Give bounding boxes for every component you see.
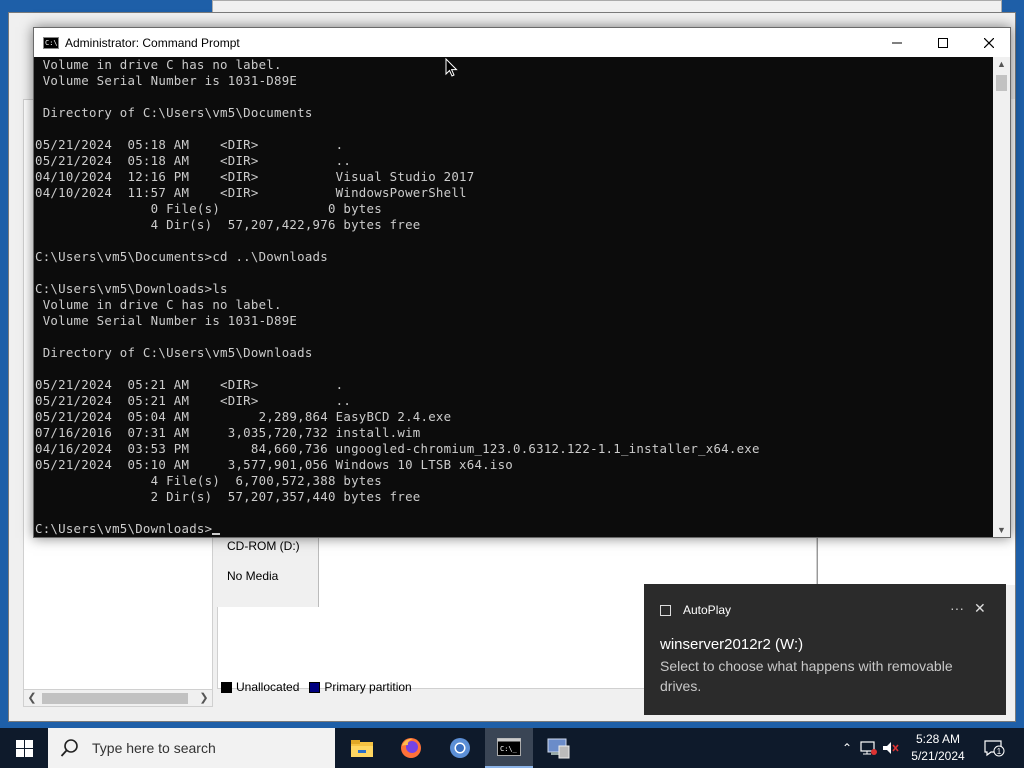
taskbar-server-manager[interactable] [534,728,582,768]
file-explorer-icon [351,740,373,757]
maximize-icon [938,37,948,48]
console-line: Volume Serial Number is 1031-D89E [35,313,298,328]
cmd-scroll-thumb[interactable] [996,75,1007,91]
scroll-right-icon[interactable]: ❯ [197,691,211,704]
close-button[interactable] [966,28,1012,57]
console-line: 2 Dir(s) 57,207,357,440 bytes free [35,489,421,504]
swatch-unallocated [221,682,232,694]
console-line: 4 File(s) 6,700,572,388 bytes [35,473,382,488]
toast-header: AutoPlay [660,603,731,617]
console-output[interactable]: Volume in drive C has no label. Volume S… [34,57,994,537]
toast-close-icon[interactable]: ✕ [974,600,986,617]
autoplay-toast[interactable]: AutoPlay ··· ✕ winserver2012r2 (W:) Sele… [644,584,1006,715]
console-line: 05/21/2024 05:18 AM <DIR> . [35,137,344,152]
clock-date: 5/21/2024 [911,749,965,763]
cmd-app-icon: C:\ [43,36,59,49]
taskbar-chromium[interactable] [436,728,484,768]
cmd-vertical-scrollbar[interactable]: ▲ ▼ [993,57,1010,537]
taskbar-firefox[interactable] [387,728,435,768]
svg-text:C:\_: C:\_ [500,745,518,753]
taskbar-search-box[interactable]: Type here to search [48,728,335,768]
scroll-down-icon[interactable]: ▼ [993,525,1010,535]
cmd-window-title: Administrator: Command Prompt [65,35,240,50]
show-hidden-icons-icon[interactable]: ⌃ [838,741,856,755]
windows-logo-icon [15,739,33,757]
toast-title: winserver2012r2 (W:) [660,636,804,653]
close-icon [984,37,994,48]
no-media-label: No Media [227,569,279,583]
command-prompt-window[interactable]: C:\ Administrator: Command Prompt Volume… [33,27,1011,538]
console-line: 05/21/2024 05:21 AM <DIR> .. [35,393,352,408]
legend-label-unallocated: Unallocated [236,680,300,694]
console-line: 07/16/2016 07:31 AM 3,035,720,732 instal… [35,425,421,440]
console-line: 04/10/2024 11:57 AM <DIR> WindowsPowerSh… [35,185,467,200]
console-line: Volume in drive C has no label. [35,297,282,312]
console-line: 05/21/2024 05:21 AM <DIR> . [35,377,344,392]
command-prompt-icon: C:\_ [497,738,521,756]
toast-body: Select to choose what happens with remov… [660,658,953,694]
console-line: 05/21/2024 05:04 AM 2,289,864 EasyBCD 2.… [35,409,452,424]
notification-count: 1 [997,747,1002,756]
system-tray: ⌃ [838,728,900,768]
console-line: 04/16/2024 03:53 PM 84,660,736 ungoogled… [35,441,760,456]
taskbar-command-prompt[interactable]: C:\_ [485,728,533,768]
console-line: Volume Serial Number is 1031-D89E [35,73,298,88]
start-button[interactable] [0,728,48,768]
search-icon [60,739,78,757]
volume-muted-icon[interactable] [882,740,900,756]
swatch-primary [309,682,321,694]
taskbar-clock[interactable]: 5:28 AM 5/21/2024 [900,731,976,765]
scroll-left-icon[interactable]: ❮ [25,691,39,704]
legend-unallocated: Unallocated [221,680,299,694]
console-line: C:\Users\vm5\Downloads>ls [35,281,228,296]
cdrom-label: CD-ROM (D:) [227,539,300,553]
server-manager-icon [547,738,570,759]
more-options-icon[interactable]: ··· [950,600,964,616]
network-icon[interactable] [860,740,878,756]
legend-label-primary: Primary partition [324,680,412,694]
console-line: 04/10/2024 12:16 PM <DIR> Visual Studio … [35,169,475,184]
text-cursor [212,533,221,535]
console-line: 05/21/2024 05:10 AM 3,577,901,056 Window… [35,457,514,472]
console-line: Directory of C:\Users\vm5\Downloads [35,345,313,360]
minimize-button[interactable] [874,28,920,57]
taskbar-file-explorer[interactable] [338,728,386,768]
mouse-pointer-icon [445,58,458,77]
firefox-icon [401,738,421,758]
console-line: Volume in drive C has no label. [35,57,282,72]
autoplay-icon [660,604,671,616]
cdrom-disk-label[interactable]: CD-ROM (D:) No Media [217,533,319,607]
console-line: C:\Users\vm5\Downloads> [35,521,994,537]
console-line: 0 File(s) 0 bytes [35,201,382,216]
console-line: C:\Users\vm5\Documents>cd ..\Downloads [35,249,328,264]
scroll-thumb[interactable] [42,693,188,704]
minimize-icon [892,42,902,43]
notification-center-button[interactable]: 1 [982,728,1006,768]
chromium-icon [450,738,470,758]
maximize-button[interactable] [920,28,966,57]
legend-primary: Primary partition [309,680,412,694]
console-line: 05/21/2024 05:18 AM <DIR> .. [35,153,352,168]
console-line: Directory of C:\Users\vm5\Documents [35,105,313,120]
search-placeholder: Type here to search [92,740,216,756]
scroll-up-icon[interactable]: ▲ [993,59,1010,69]
clock-time: 5:28 AM [915,732,961,746]
taskbar: Type here to search C:\_ ⌃ 5:28 AM 5/21/… [0,728,1024,768]
dm-legend: Unallocated Primary partition [221,677,412,697]
cmd-titlebar[interactable]: C:\ Administrator: Command Prompt [34,28,1010,57]
dm-horizontal-scrollbar[interactable]: ❮ ❯ [23,689,213,707]
console-line: 4 Dir(s) 57,207,422,976 bytes free [35,217,421,232]
notification-icon: 1 [984,740,1005,757]
toast-app-name: AutoPlay [683,603,732,617]
